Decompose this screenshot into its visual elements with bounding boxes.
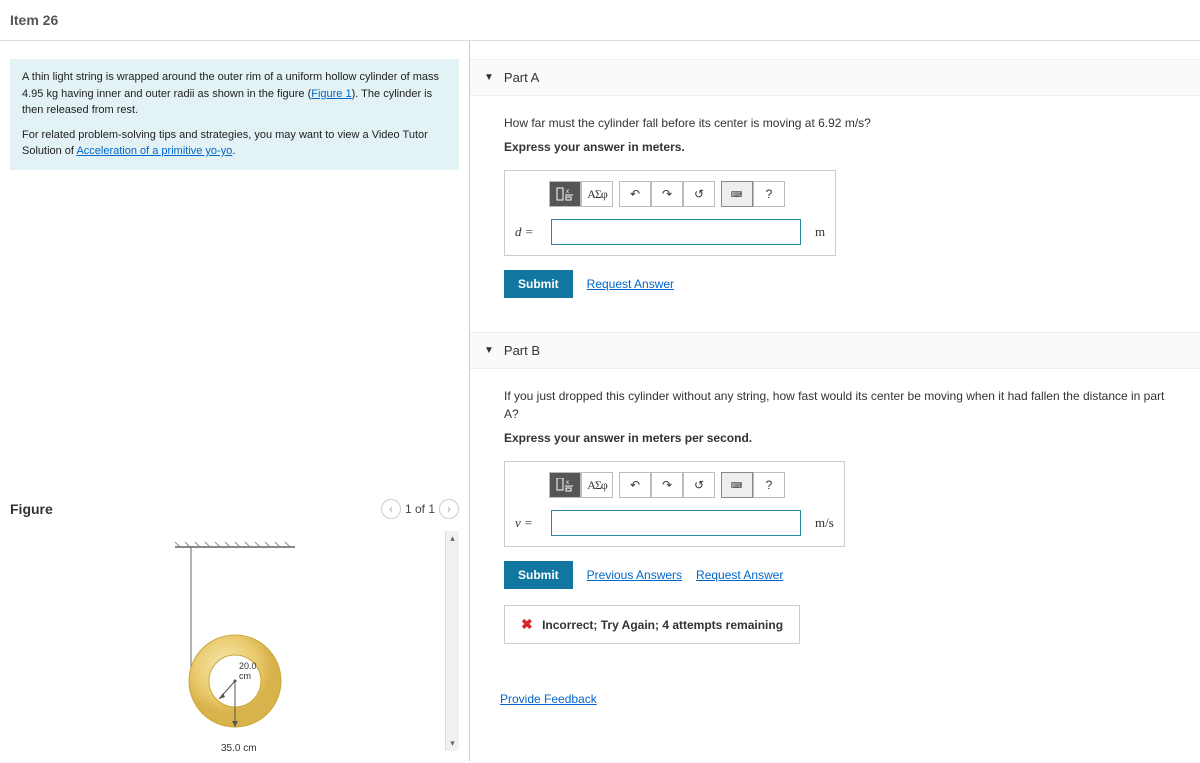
left-column: A thin light string is wrapped around th… (0, 41, 470, 761)
part-a-answer-box: x ΑΣφ ↶ ↷ ↺ ⌨ ? d = m (504, 170, 836, 256)
templates-button[interactable]: x (549, 472, 581, 498)
reset-button[interactable]: ↺ (683, 181, 715, 207)
figure-title: Figure (10, 501, 53, 517)
svg-text:cm: cm (239, 671, 251, 681)
keyboard-button[interactable]: ⌨ (721, 181, 753, 207)
help-button[interactable]: ? (753, 181, 785, 207)
help-button[interactable]: ? (753, 472, 785, 498)
undo-button[interactable]: ↶ (619, 472, 651, 498)
part-a-instruction: Express your answer in meters. (504, 140, 1170, 154)
redo-button[interactable]: ↷ (651, 181, 683, 207)
problem-statement: A thin light string is wrapped around th… (10, 59, 459, 170)
part-a-header[interactable]: ▼ Part A (470, 59, 1200, 96)
formula-toolbar: x ΑΣφ ↶ ↷ ↺ ⌨ ? (549, 472, 834, 498)
pager-text: 1 of 1 (405, 502, 435, 516)
svg-text:x: x (566, 189, 569, 195)
part-b-header[interactable]: ▼ Part B (470, 332, 1200, 369)
part-b-input[interactable] (551, 510, 801, 536)
redo-button[interactable]: ↷ (651, 472, 683, 498)
part-a: ▼ Part A How far must the cylinder fall … (470, 59, 1200, 310)
part-b-previous-answers-link[interactable]: Previous Answers (587, 568, 682, 582)
scroll-up-icon[interactable]: ▴ (450, 533, 455, 544)
tips-suffix: . (232, 145, 235, 157)
part-b-title: Part B (504, 343, 540, 358)
collapse-icon: ▼ (484, 345, 494, 356)
part-a-var-label: d = (515, 224, 543, 240)
scroll-down-icon[interactable]: ▾ (450, 738, 455, 749)
figure-pager: ‹ 1 of 1 › (381, 499, 459, 519)
part-b-instruction: Express your answer in meters per second… (504, 431, 1170, 445)
provide-feedback-link[interactable]: Provide Feedback (500, 692, 597, 706)
part-a-input[interactable] (551, 219, 801, 245)
part-a-submit-button[interactable]: Submit (504, 270, 573, 298)
item-title: Item 26 (0, 0, 1200, 41)
problem-text: A thin light string is wrapped around th… (22, 71, 439, 83)
right-column: ▼ Part A How far must the cylinder fall … (470, 41, 1200, 761)
inner-radius-label: 20.0 (239, 661, 257, 671)
greek-button[interactable]: ΑΣφ (581, 472, 613, 498)
figure-scrollbar[interactable]: ▴ ▾ (445, 531, 459, 751)
feedback-text: Incorrect; Try Again; 4 attempts remaini… (542, 618, 783, 632)
outer-radius-label: 35.0 cm (221, 743, 257, 754)
problem-text: having inner and outer radii as shown in… (58, 88, 311, 100)
formula-toolbar: x ΑΣφ ↶ ↷ ↺ ⌨ ? (549, 181, 825, 207)
part-b-unit: m/s (815, 515, 834, 531)
greek-button[interactable]: ΑΣφ (581, 181, 613, 207)
undo-button[interactable]: ↶ (619, 181, 651, 207)
part-a-question: How far must the cylinder fall before it… (504, 114, 1170, 132)
reset-button[interactable]: ↺ (683, 472, 715, 498)
part-b-submit-button[interactable]: Submit (504, 561, 573, 589)
part-b-request-answer-link[interactable]: Request Answer (696, 568, 783, 582)
part-b-feedback: ✖ Incorrect; Try Again; 4 attempts remai… (504, 605, 800, 644)
part-b-question: If you just dropped this cylinder withou… (504, 387, 1170, 423)
figure-panel: Figure ‹ 1 of 1 › (0, 489, 469, 761)
figure-image: 20.0 cm 35.0 cm ▴ ▾ (10, 531, 459, 751)
part-a-title: Part A (504, 70, 539, 85)
figure-link[interactable]: Figure 1 (311, 88, 351, 100)
part-b-var-label: v = (515, 515, 543, 531)
keyboard-button[interactable]: ⌨ (721, 472, 753, 498)
incorrect-icon: ✖ (521, 616, 533, 632)
part-b: ▼ Part B If you just dropped this cylind… (470, 332, 1200, 656)
part-a-request-answer-link[interactable]: Request Answer (587, 277, 674, 291)
svg-text:x: x (566, 480, 569, 486)
part-b-answer-box: x ΑΣφ ↶ ↷ ↺ ⌨ ? v = m/s (504, 461, 845, 547)
pager-prev-button[interactable]: ‹ (381, 499, 401, 519)
problem-mass: 4.95 kg (22, 88, 58, 100)
tips-link[interactable]: Acceleration of a primitive yo-yo (76, 145, 232, 157)
part-a-unit: m (815, 224, 825, 240)
templates-button[interactable]: x (549, 181, 581, 207)
pager-next-button[interactable]: › (439, 499, 459, 519)
collapse-icon: ▼ (484, 72, 494, 83)
